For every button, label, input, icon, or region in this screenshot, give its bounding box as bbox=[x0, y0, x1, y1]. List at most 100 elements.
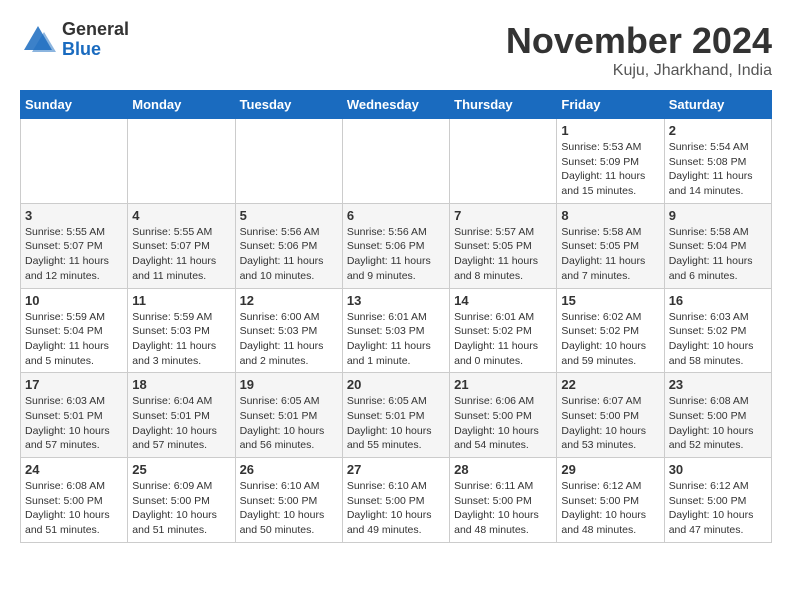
calendar-day-cell bbox=[450, 119, 557, 204]
calendar-day-cell: 11Sunrise: 5:59 AM Sunset: 5:03 PM Dayli… bbox=[128, 288, 235, 373]
calendar-week-row: 17 Sunrise: 6:03 AM Sunset: 5:01 PM Dayli… bbox=[21, 373, 772, 458]
day-info: Sunrise: 5:56 AM Sunset: 5:06 PM Dayligh… bbox=[240, 225, 338, 284]
calendar-day-cell bbox=[128, 119, 235, 204]
day-info: Sunrise: 6:00 AM Sunset: 5:03 PM Dayligh… bbox=[240, 310, 338, 369]
day-number: 18 bbox=[132, 377, 230, 392]
logo-text: General Blue bbox=[62, 20, 129, 60]
calendar-day-cell bbox=[235, 119, 342, 204]
calendar-week-row: 3 Sunrise: 5:55 AM Sunset: 5:07 PM Daylig… bbox=[21, 203, 772, 288]
calendar-day-header: Thursday bbox=[450, 91, 557, 119]
day-info: Sunrise: 6:10 AM Sunset: 5:00 PM Dayligh… bbox=[240, 479, 338, 538]
day-number: 4 bbox=[132, 208, 230, 223]
calendar-day-cell: 9 Sunrise: 5:58 AM Sunset: 5:04 PM Daylig… bbox=[664, 203, 771, 288]
calendar-day-cell bbox=[21, 119, 128, 204]
day-info: Sunrise: 6:11 AM Sunset: 5:00 PM Dayligh… bbox=[454, 479, 552, 538]
calendar-day-cell: 29Sunrise: 6:12 AM Sunset: 5:00 PM Dayli… bbox=[557, 458, 664, 543]
day-number: 30 bbox=[669, 462, 767, 477]
day-number: 21 bbox=[454, 377, 552, 392]
day-number: 12 bbox=[240, 293, 338, 308]
day-info: Sunrise: 5:55 AM Sunset: 5:07 PM Dayligh… bbox=[132, 225, 230, 284]
day-info: Sunrise: 6:01 AM Sunset: 5:03 PM Dayligh… bbox=[347, 310, 445, 369]
calendar-day-cell: 28 Sunrise: 6:11 AM Sunset: 5:00 PM Dayli… bbox=[450, 458, 557, 543]
day-number: 28 bbox=[454, 462, 552, 477]
day-number: 13 bbox=[347, 293, 445, 308]
calendar-day-cell: 24 Sunrise: 6:08 AM Sunset: 5:00 PM Dayli… bbox=[21, 458, 128, 543]
calendar-day-cell: 23Sunrise: 6:08 AM Sunset: 5:00 PM Dayli… bbox=[664, 373, 771, 458]
calendar-day-header: Tuesday bbox=[235, 91, 342, 119]
logo-general-text: General bbox=[62, 20, 129, 40]
day-info: Sunrise: 5:56 AM Sunset: 5:06 PM Dayligh… bbox=[347, 225, 445, 284]
calendar-day-header: Friday bbox=[557, 91, 664, 119]
calendar-week-row: 24 Sunrise: 6:08 AM Sunset: 5:00 PM Dayli… bbox=[21, 458, 772, 543]
day-info: Sunrise: 5:57 AM Sunset: 5:05 PM Dayligh… bbox=[454, 225, 552, 284]
day-info: Sunrise: 6:04 AM Sunset: 5:01 PM Dayligh… bbox=[132, 394, 230, 453]
calendar-header: SundayMondayTuesdayWednesdayThursdayFrid… bbox=[21, 91, 772, 119]
day-info: Sunrise: 5:54 AM Sunset: 5:08 PM Dayligh… bbox=[669, 140, 767, 199]
calendar-day-header: Wednesday bbox=[342, 91, 449, 119]
calendar-day-cell: 16 Sunrise: 6:03 AM Sunset: 5:02 PM Dayli… bbox=[664, 288, 771, 373]
calendar-day-cell: 27Sunrise: 6:10 AM Sunset: 5:00 PM Dayli… bbox=[342, 458, 449, 543]
calendar-day-cell: 18 Sunrise: 6:04 AM Sunset: 5:01 PM Dayli… bbox=[128, 373, 235, 458]
day-info: Sunrise: 6:03 AM Sunset: 5:01 PM Dayligh… bbox=[25, 394, 123, 453]
day-info: Sunrise: 6:07 AM Sunset: 5:00 PM Dayligh… bbox=[561, 394, 659, 453]
day-number: 10 bbox=[25, 293, 123, 308]
day-number: 16 bbox=[669, 293, 767, 308]
day-number: 11 bbox=[132, 293, 230, 308]
day-number: 26 bbox=[240, 462, 338, 477]
day-info: Sunrise: 6:02 AM Sunset: 5:02 PM Dayligh… bbox=[561, 310, 659, 369]
day-info: Sunrise: 5:58 AM Sunset: 5:05 PM Dayligh… bbox=[561, 225, 659, 284]
calendar-day-cell: 15Sunrise: 6:02 AM Sunset: 5:02 PM Dayli… bbox=[557, 288, 664, 373]
calendar-header-row: SundayMondayTuesdayWednesdayThursdayFrid… bbox=[21, 91, 772, 119]
day-number: 5 bbox=[240, 208, 338, 223]
day-number: 6 bbox=[347, 208, 445, 223]
logo-blue-text: Blue bbox=[62, 40, 129, 60]
calendar-day-header: Monday bbox=[128, 91, 235, 119]
calendar-day-cell: 1 Sunrise: 5:53 AM Sunset: 5:09 PM Daylig… bbox=[557, 119, 664, 204]
calendar-day-cell: 17 Sunrise: 6:03 AM Sunset: 5:01 PM Dayli… bbox=[21, 373, 128, 458]
day-number: 24 bbox=[25, 462, 123, 477]
calendar-day-cell: 14 Sunrise: 6:01 AM Sunset: 5:02 PM Dayli… bbox=[450, 288, 557, 373]
day-number: 22 bbox=[561, 377, 659, 392]
day-info: Sunrise: 6:03 AM Sunset: 5:02 PM Dayligh… bbox=[669, 310, 767, 369]
calendar-day-cell: 8 Sunrise: 5:58 AM Sunset: 5:05 PM Daylig… bbox=[557, 203, 664, 288]
day-number: 20 bbox=[347, 377, 445, 392]
calendar-day-cell: 30 Sunrise: 6:12 AM Sunset: 5:00 PM Dayli… bbox=[664, 458, 771, 543]
calendar-day-header: Saturday bbox=[664, 91, 771, 119]
day-number: 7 bbox=[454, 208, 552, 223]
day-number: 25 bbox=[132, 462, 230, 477]
day-number: 9 bbox=[669, 208, 767, 223]
calendar-day-cell: 25 Sunrise: 6:09 AM Sunset: 5:00 PM Dayli… bbox=[128, 458, 235, 543]
day-number: 2 bbox=[669, 123, 767, 138]
day-info: Sunrise: 6:08 AM Sunset: 5:00 PM Dayligh… bbox=[669, 394, 767, 453]
day-info: Sunrise: 6:08 AM Sunset: 5:00 PM Dayligh… bbox=[25, 479, 123, 538]
day-number: 3 bbox=[25, 208, 123, 223]
page-header: General Blue November 2024 Kuju, Jharkha… bbox=[20, 20, 772, 80]
calendar-week-row: 1 Sunrise: 5:53 AM Sunset: 5:09 PM Daylig… bbox=[21, 119, 772, 204]
calendar-day-cell: 10Sunrise: 5:59 AM Sunset: 5:04 PM Dayli… bbox=[21, 288, 128, 373]
calendar-day-cell: 13 Sunrise: 6:01 AM Sunset: 5:03 PM Dayli… bbox=[342, 288, 449, 373]
day-info: Sunrise: 6:12 AM Sunset: 5:00 PM Dayligh… bbox=[669, 479, 767, 538]
day-number: 1 bbox=[561, 123, 659, 138]
month-title: November 2024 bbox=[506, 20, 772, 62]
calendar-day-cell: 19Sunrise: 6:05 AM Sunset: 5:01 PM Dayli… bbox=[235, 373, 342, 458]
day-number: 29 bbox=[561, 462, 659, 477]
calendar-day-cell: 12 Sunrise: 6:00 AM Sunset: 5:03 PM Dayli… bbox=[235, 288, 342, 373]
day-number: 17 bbox=[25, 377, 123, 392]
day-info: Sunrise: 5:55 AM Sunset: 5:07 PM Dayligh… bbox=[25, 225, 123, 284]
logo: General Blue bbox=[20, 20, 129, 60]
day-info: Sunrise: 6:05 AM Sunset: 5:01 PM Dayligh… bbox=[347, 394, 445, 453]
calendar-day-cell: 5 Sunrise: 5:56 AM Sunset: 5:06 PM Daylig… bbox=[235, 203, 342, 288]
day-number: 8 bbox=[561, 208, 659, 223]
calendar-day-cell: 4 Sunrise: 5:55 AM Sunset: 5:07 PM Daylig… bbox=[128, 203, 235, 288]
calendar-day-cell: 21Sunrise: 6:06 AM Sunset: 5:00 PM Dayli… bbox=[450, 373, 557, 458]
day-info: Sunrise: 5:58 AM Sunset: 5:04 PM Dayligh… bbox=[669, 225, 767, 284]
day-info: Sunrise: 6:09 AM Sunset: 5:00 PM Dayligh… bbox=[132, 479, 230, 538]
location-text: Kuju, Jharkhand, India bbox=[506, 62, 772, 80]
calendar-day-cell: 7 Sunrise: 5:57 AM Sunset: 5:05 PM Daylig… bbox=[450, 203, 557, 288]
calendar-day-cell: 20 Sunrise: 6:05 AM Sunset: 5:01 PM Dayli… bbox=[342, 373, 449, 458]
calendar-day-cell: 22 Sunrise: 6:07 AM Sunset: 5:00 PM Dayli… bbox=[557, 373, 664, 458]
day-number: 14 bbox=[454, 293, 552, 308]
day-info: Sunrise: 6:01 AM Sunset: 5:02 PM Dayligh… bbox=[454, 310, 552, 369]
day-number: 27 bbox=[347, 462, 445, 477]
day-info: Sunrise: 5:53 AM Sunset: 5:09 PM Dayligh… bbox=[561, 140, 659, 199]
